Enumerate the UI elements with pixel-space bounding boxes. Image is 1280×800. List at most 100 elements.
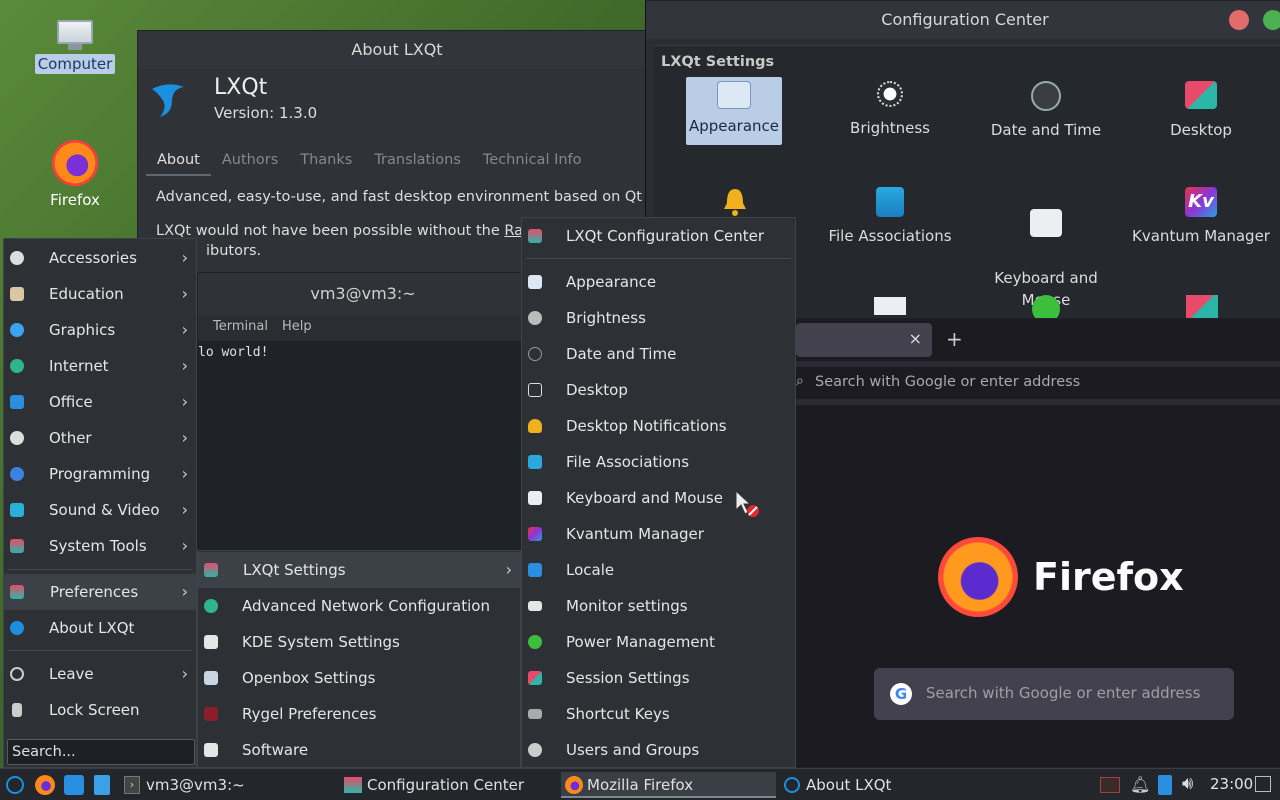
menu-session-settings[interactable]: Session Settings	[522, 660, 795, 696]
openbox-icon	[204, 671, 218, 685]
brightness-icon	[528, 311, 542, 325]
cfg-brightness[interactable]: Brightness	[820, 81, 960, 137]
chevron-right-icon: ›	[181, 664, 188, 683]
minimize-button[interactable]	[1229, 10, 1249, 30]
menu-label: Kvantum Manager	[566, 525, 704, 543]
menu-about-lxqt[interactable]: About LXQt	[4, 610, 196, 646]
menu-file-associations[interactable]: File Associations	[522, 444, 795, 480]
menu-label: Lock Screen	[49, 701, 140, 719]
menu-date-time[interactable]: Date and Time	[522, 336, 795, 372]
menu-rygel-preferences[interactable]: Rygel Preferences	[198, 696, 520, 732]
address-placeholder: Search with Google or enter address	[815, 374, 1081, 390]
other-icon	[10, 431, 24, 445]
education-icon	[10, 287, 24, 301]
desktop-icon	[528, 383, 542, 397]
menu-shortcut-keys[interactable]: Shortcut Keys	[522, 696, 795, 732]
menu-leave[interactable]: Leave ›	[4, 656, 196, 692]
section-title: LXQt Settings	[661, 54, 775, 70]
show-desktop-icon[interactable]	[1255, 776, 1271, 792]
menu-desktop-notifications[interactable]: Desktop Notifications	[522, 408, 795, 444]
menu-appearance[interactable]: Appearance	[522, 264, 795, 300]
menu-graphics[interactable]: Graphics ›	[4, 312, 196, 348]
chevron-right-icon: ›	[181, 320, 188, 339]
browser-tab[interactable]: ×	[796, 323, 932, 357]
menu-system-tools[interactable]: System Tools ›	[4, 528, 196, 564]
network-disconnected-icon[interactable]	[1100, 777, 1120, 793]
new-tab-button[interactable]: +	[946, 327, 963, 351]
locale-icon	[528, 563, 542, 577]
firefox-launcher-icon[interactable]	[35, 775, 55, 795]
menu-lxqt-configuration-center[interactable]: LXQt Configuration Center	[522, 218, 795, 254]
menu-openbox-settings[interactable]: Openbox Settings	[198, 660, 520, 696]
cfg-file-associations[interactable]: File Associations	[820, 187, 960, 245]
menu-sound-video[interactable]: Sound & Video ›	[4, 492, 196, 528]
file-manager-launcher-icon[interactable]	[94, 775, 110, 795]
tab-thanks[interactable]: Thanks	[289, 146, 363, 176]
power-management-icon	[528, 635, 542, 649]
task-about-lxqt[interactable]: About LXQt	[780, 772, 995, 798]
menu-office[interactable]: Office ›	[4, 384, 196, 420]
config-center-icon	[528, 229, 542, 243]
menu-search-input[interactable]: Search...	[7, 739, 195, 765]
menu-locale[interactable]: Locale	[522, 552, 795, 588]
menu-desktop[interactable]: Desktop	[522, 372, 795, 408]
chevron-right-icon: ›	[181, 500, 188, 519]
lock-icon	[12, 703, 22, 717]
accessories-icon	[10, 251, 24, 265]
nav-bar: ⌕ Search with Google or enter address	[796, 361, 1280, 405]
address-bar[interactable]: ⌕ Search with Google or enter address	[796, 367, 1280, 399]
menu-help[interactable]: Help	[282, 319, 312, 334]
menu-brightness[interactable]: Brightness	[522, 300, 795, 336]
menu-users-groups[interactable]: Users and Groups	[522, 732, 795, 768]
menu-education[interactable]: Education ›	[4, 276, 196, 312]
clipboard-icon[interactable]	[1158, 775, 1172, 795]
menu-programming[interactable]: Programming ›	[4, 456, 196, 492]
tab-technical-info[interactable]: Technical Info	[472, 146, 593, 176]
cfg-desktop[interactable]: Desktop	[1131, 81, 1271, 139]
menu-other[interactable]: Other ›	[4, 420, 196, 456]
menu-advanced-network[interactable]: Advanced Network Configuration	[198, 588, 520, 624]
desktop-icon	[1185, 81, 1217, 109]
maximize-button[interactable]	[1263, 10, 1280, 30]
tab-authors[interactable]: Authors	[211, 146, 289, 176]
desktop-icon-label: Firefox	[50, 191, 100, 209]
menu-accessories[interactable]: Accessories ›	[4, 240, 196, 276]
menu-monitor-settings[interactable]: Monitor settings	[522, 588, 795, 624]
tab-about[interactable]: About	[146, 146, 211, 176]
firefox-brand: Firefox	[1033, 555, 1184, 599]
menu-internet[interactable]: Internet ›	[4, 348, 196, 384]
desktop-icon-firefox[interactable]: Firefox	[33, 140, 117, 210]
cfg-date-time[interactable]: Date and Time	[976, 81, 1116, 139]
clock[interactable]: 23:00	[1210, 775, 1253, 793]
menu-power-management[interactable]: Power Management	[522, 624, 795, 660]
cfg-appearance[interactable]: Appearance	[686, 77, 782, 145]
menu-kde-system-settings[interactable]: KDE System Settings	[198, 624, 520, 660]
firefox-search-box[interactable]: G Search with Google or enter address	[874, 668, 1234, 720]
main-menu-button[interactable]	[6, 776, 24, 794]
menu-label: About LXQt	[49, 619, 135, 637]
volume-icon[interactable]: 🔊︎	[1182, 773, 1193, 794]
task-configuration-center[interactable]: Configuration Center	[341, 772, 555, 798]
menu-lxqt-settings[interactable]: LXQt Settings ›	[198, 552, 520, 588]
desktop-icon-computer[interactable]: Computer	[33, 20, 117, 74]
vscode-launcher-icon[interactable]	[64, 775, 84, 795]
notifications-icon[interactable]: 🔔︎	[1130, 775, 1150, 794]
about-tabs: About Authors Thanks Translations Techni…	[146, 146, 593, 176]
config-center-icon	[344, 777, 362, 793]
menu-software[interactable]: Software	[198, 732, 520, 768]
menu-preferences[interactable]: Preferences ›	[4, 574, 196, 610]
credits-text: LXQt would not have been possible withou…	[156, 223, 505, 239]
cfg-keyboard-mouse[interactable]: Keyboard and Mouse	[976, 187, 1116, 311]
menu-lock-screen[interactable]: Lock Screen	[4, 692, 196, 728]
menu-kvantum-manager[interactable]: Kvantum Manager	[522, 516, 795, 552]
search-icon: ⌕	[796, 373, 804, 389]
tab-translations[interactable]: Translations	[363, 146, 472, 176]
task-firefox[interactable]: Mozilla Firefox	[561, 772, 776, 798]
cfg-label: Appearance	[688, 117, 780, 135]
menu-separator	[8, 650, 192, 651]
task-terminal[interactable]: › vm3@vm3:~	[120, 772, 335, 798]
menu-terminal[interactable]: Terminal	[213, 319, 268, 334]
cfg-kvantum[interactable]: Kv Kvantum Manager	[1131, 187, 1271, 245]
close-tab-icon[interactable]: ×	[909, 329, 922, 348]
menu-separator	[526, 258, 791, 259]
